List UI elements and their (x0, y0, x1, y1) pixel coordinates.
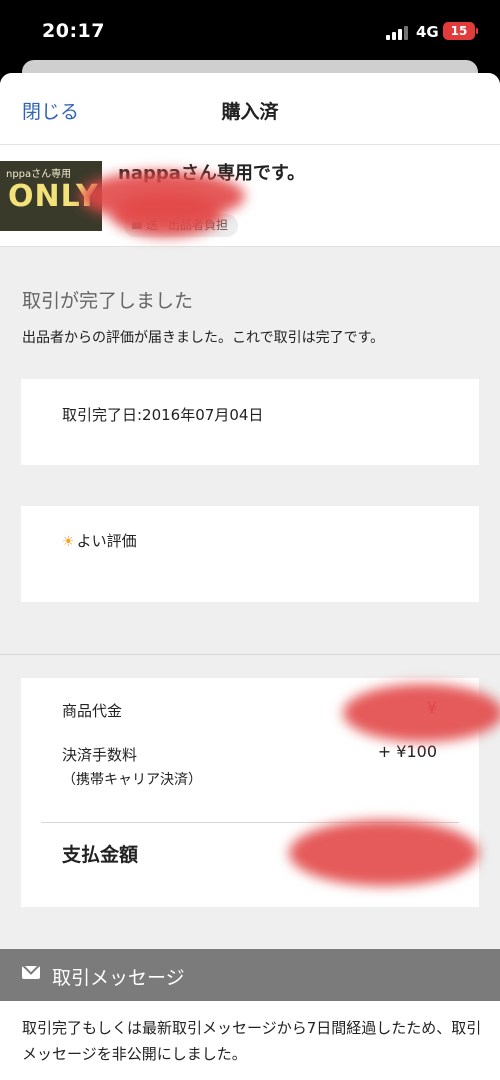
network-type: 4G (416, 23, 439, 41)
signal-icon (386, 26, 410, 40)
completion-date-card: 取引完了日:2016年07月04日 (21, 379, 479, 465)
payment-card: 商品代金 ¥ 決済手数料 + ¥100 （携帯キャリア決済） 支払金額 (21, 678, 500, 907)
message-notice-text: 取引完了もしくは最新取引メッセージから7日間経過したため、取引メッセージを非公開… (22, 1019, 482, 1063)
nav-bar: 閉じる 購入済 (0, 73, 500, 145)
thumbnail-caption: nppaさん専用 (6, 169, 72, 180)
message-notice: 取引完了もしくは最新取引メッセージから7日間経過したため、取引メッセージを非公開… (0, 1001, 500, 1080)
total-label: 支払金額 (62, 844, 139, 866)
status-time: 20:17 (42, 20, 105, 42)
product-price-label: 商品代金 (62, 702, 123, 720)
item-row[interactable]: nppaさん専用 ONLY nappaさん専用です。 送出品者負担 (0, 145, 500, 247)
redaction-mark (289, 820, 479, 886)
battery-icon: 15 (443, 22, 475, 40)
status-bar: 20:17 4G 15 (0, 0, 500, 62)
sun-icon: ☀ (62, 534, 75, 550)
evaluation-text: よい評価 (76, 532, 137, 550)
message-section-header: 取引メッセージ (0, 949, 500, 1001)
redaction-mark (112, 193, 222, 237)
mail-icon (22, 966, 40, 979)
section-divider (0, 654, 500, 655)
fee-value: + ¥100 (377, 742, 437, 761)
evaluation-card: ☀ よい評価 (21, 506, 479, 602)
fee-subtext: （携帯キャリア決済） (62, 772, 202, 788)
fee-label: 決済手数料 (62, 746, 138, 764)
evaluation-row: ☀ よい評価 (62, 530, 137, 551)
page-title: 購入済 (221, 101, 279, 123)
battery-tip (476, 28, 478, 34)
message-section-title: 取引メッセージ (52, 967, 185, 989)
battery-level: 15 (450, 24, 468, 38)
redaction-mark (343, 684, 500, 742)
status-heading: 取引が完了しました (22, 290, 194, 312)
status-subtext: 出品者からの評価が届きました。これで取引は完了です。 (22, 330, 385, 346)
purchase-sheet: 閉じる 購入済 nppaさん専用 ONLY nappaさん専用です。 送出品者負… (0, 73, 500, 1080)
completion-date: 取引完了日:2016年07月04日 (62, 406, 264, 424)
